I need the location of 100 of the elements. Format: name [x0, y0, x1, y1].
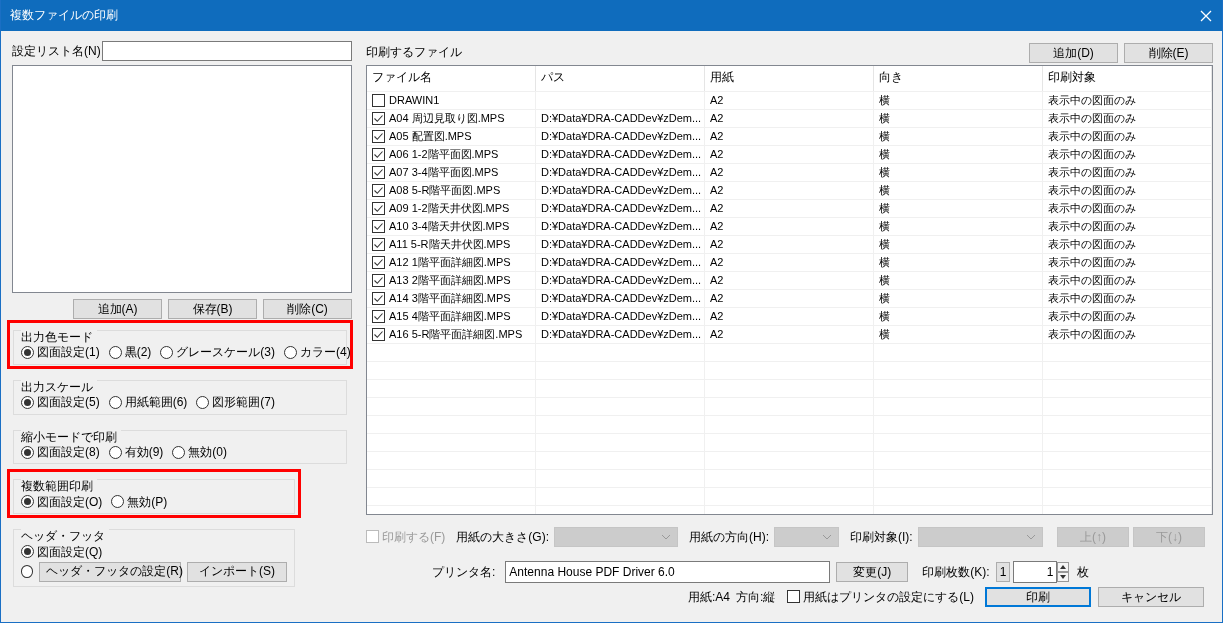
- radio-label[interactable]: 図面設定(8): [37, 444, 100, 460]
- copies-field[interactable]: 1: [1013, 561, 1058, 583]
- settings-list-button[interactable]: 追加(A): [73, 299, 162, 319]
- checkbox[interactable]: [372, 328, 385, 341]
- table-cell: 表示中の図面のみ: [1048, 111, 1136, 126]
- copies-minimum: 1: [995, 562, 1011, 582]
- dropdown-label: 用紙の方向(H):: [689, 529, 769, 545]
- radio-label[interactable]: 図面設定(O): [37, 494, 103, 510]
- table-cell: A15 4階平面詳細図.MPS: [389, 309, 511, 324]
- radio-button[interactable]: [111, 495, 125, 509]
- checkbox[interactable]: [372, 220, 385, 233]
- table-cell: A2: [710, 219, 724, 234]
- dialog-button[interactable]: キャンセル: [1098, 587, 1204, 607]
- table-cell: 横: [879, 255, 890, 270]
- spinner-arrows-icon[interactable]: [1057, 562, 1070, 582]
- settings-list-label: 設定リスト名(N): [12, 43, 101, 59]
- table-cell: A12 1階平面詳細図.MPS: [389, 255, 511, 270]
- change-printer-button[interactable]: 変更(J): [836, 562, 909, 582]
- radio-button[interactable]: [21, 395, 34, 409]
- copies-label: 印刷枚数(K):: [922, 564, 990, 580]
- header-footer-button[interactable]: ヘッダ・フッタの設定(R): [39, 561, 182, 582]
- table-cell: A2: [710, 201, 724, 216]
- file-list-button[interactable]: 削除(E): [1124, 43, 1213, 63]
- table-cell: 表示中の図面のみ: [1048, 327, 1136, 342]
- settings-list-name-field[interactable]: [102, 41, 352, 61]
- checkbox[interactable]: [372, 184, 385, 197]
- table-cell: A13 2階平面詳細図.MPS: [389, 273, 511, 288]
- checkbox[interactable]: [372, 94, 385, 107]
- table-cell: 表示中の図面のみ: [1048, 129, 1136, 144]
- settings-list-button[interactable]: 削除(C): [263, 299, 352, 319]
- table-cell: A2: [710, 273, 724, 288]
- checkbox[interactable]: [372, 256, 385, 269]
- table-cell: 横: [879, 291, 890, 306]
- dialog-button[interactable]: 印刷: [985, 587, 1091, 607]
- radio-label[interactable]: 図形範囲(7): [212, 395, 275, 410]
- radio-label[interactable]: グレースケール(3): [176, 345, 275, 360]
- radio-label[interactable]: 図面設定(1): [37, 345, 100, 360]
- paper-size-info: 用紙:A4: [688, 589, 730, 605]
- radio-button[interactable]: [21, 445, 34, 459]
- column-header[interactable]: 印刷対象: [1043, 66, 1212, 91]
- checkbox[interactable]: [372, 202, 385, 215]
- checkbox[interactable]: [372, 292, 385, 305]
- radio-button[interactable]: [21, 545, 34, 559]
- column-header[interactable]: 用紙: [705, 66, 874, 91]
- table-cell: DRAWIN1: [389, 93, 440, 108]
- printer-paper-checkbox[interactable]: [787, 590, 801, 604]
- radio-label[interactable]: 図面設定(Q): [37, 544, 103, 559]
- radio-label[interactable]: 無効(0): [188, 444, 227, 460]
- radio-label[interactable]: 有効(9): [124, 444, 164, 460]
- table-cell: 横: [879, 129, 890, 144]
- radio-button[interactable]: [160, 346, 174, 360]
- table-cell: D:¥Data¥DRA-CADDev¥zDem...: [541, 255, 702, 270]
- column-header[interactable]: ファイル名: [367, 66, 536, 91]
- printer-paper-label: 用紙はプリンタの設定にする(L): [803, 589, 975, 605]
- checkbox[interactable]: [372, 166, 385, 179]
- radio-button[interactable]: [284, 346, 297, 360]
- radio-button[interactable]: [21, 565, 34, 579]
- printer-name-field[interactable]: Antenna House PDF Driver 6.0: [505, 561, 831, 583]
- table-cell: 表示中の図面のみ: [1048, 291, 1136, 306]
- checkbox[interactable]: [372, 148, 385, 161]
- table-cell: A14 3階平面詳細図.MPS: [389, 291, 511, 306]
- table-cell: 表示中の図面のみ: [1048, 165, 1136, 180]
- table-cell: D:¥Data¥DRA-CADDev¥zDem...: [541, 183, 702, 198]
- checkbox[interactable]: [372, 112, 385, 125]
- radio-label[interactable]: 無効(P): [127, 494, 168, 510]
- table-cell: 横: [879, 147, 890, 162]
- window-title: 複数ファイルの印刷: [10, 8, 118, 23]
- radio-button[interactable]: [21, 346, 34, 360]
- table-cell: D:¥Data¥DRA-CADDev¥zDem...: [541, 201, 702, 216]
- column-header[interactable]: パス: [536, 66, 705, 91]
- checkbox[interactable]: [372, 238, 385, 251]
- table-cell: A2: [710, 111, 724, 126]
- radio-button[interactable]: [108, 395, 122, 409]
- settings-list-button[interactable]: 保存(B): [168, 299, 257, 319]
- printer-label: プリンタ名:: [432, 564, 496, 580]
- checkbox[interactable]: [372, 130, 385, 143]
- radio-button[interactable]: [108, 346, 122, 360]
- radio-button[interactable]: [172, 445, 186, 459]
- radio-label[interactable]: カラー(4): [300, 345, 351, 360]
- orientation-info: 方向:縦: [736, 589, 776, 605]
- table-cell: D:¥Data¥DRA-CADDev¥zDem...: [541, 327, 702, 342]
- table-cell: 表示中の図面のみ: [1048, 273, 1136, 288]
- file-list-button[interactable]: 追加(D): [1029, 43, 1118, 63]
- checkbox[interactable]: [372, 310, 385, 323]
- table-cell: 横: [879, 111, 890, 126]
- radio-button[interactable]: [108, 445, 122, 459]
- table-cell: A04 周辺見取り図.MPS: [389, 111, 505, 126]
- close-icon[interactable]: [1200, 9, 1212, 22]
- radio-label[interactable]: 黒(2): [124, 345, 152, 360]
- radio-button[interactable]: [21, 495, 34, 509]
- checkbox[interactable]: [372, 274, 385, 287]
- table-cell: A2: [710, 93, 724, 108]
- header-footer-button[interactable]: インポート(S): [187, 561, 287, 582]
- radio-label[interactable]: 用紙範囲(6): [124, 395, 188, 410]
- print-checkbox-label: 印刷する(F): [382, 529, 446, 545]
- column-header[interactable]: 向き: [874, 66, 1043, 91]
- table-cell: A10 3-4階天井伏図.MPS: [389, 219, 510, 234]
- radio-button[interactable]: [196, 395, 210, 409]
- radio-label[interactable]: 図面設定(5): [37, 395, 100, 410]
- group-title: ヘッダ・フッタ: [21, 529, 109, 544]
